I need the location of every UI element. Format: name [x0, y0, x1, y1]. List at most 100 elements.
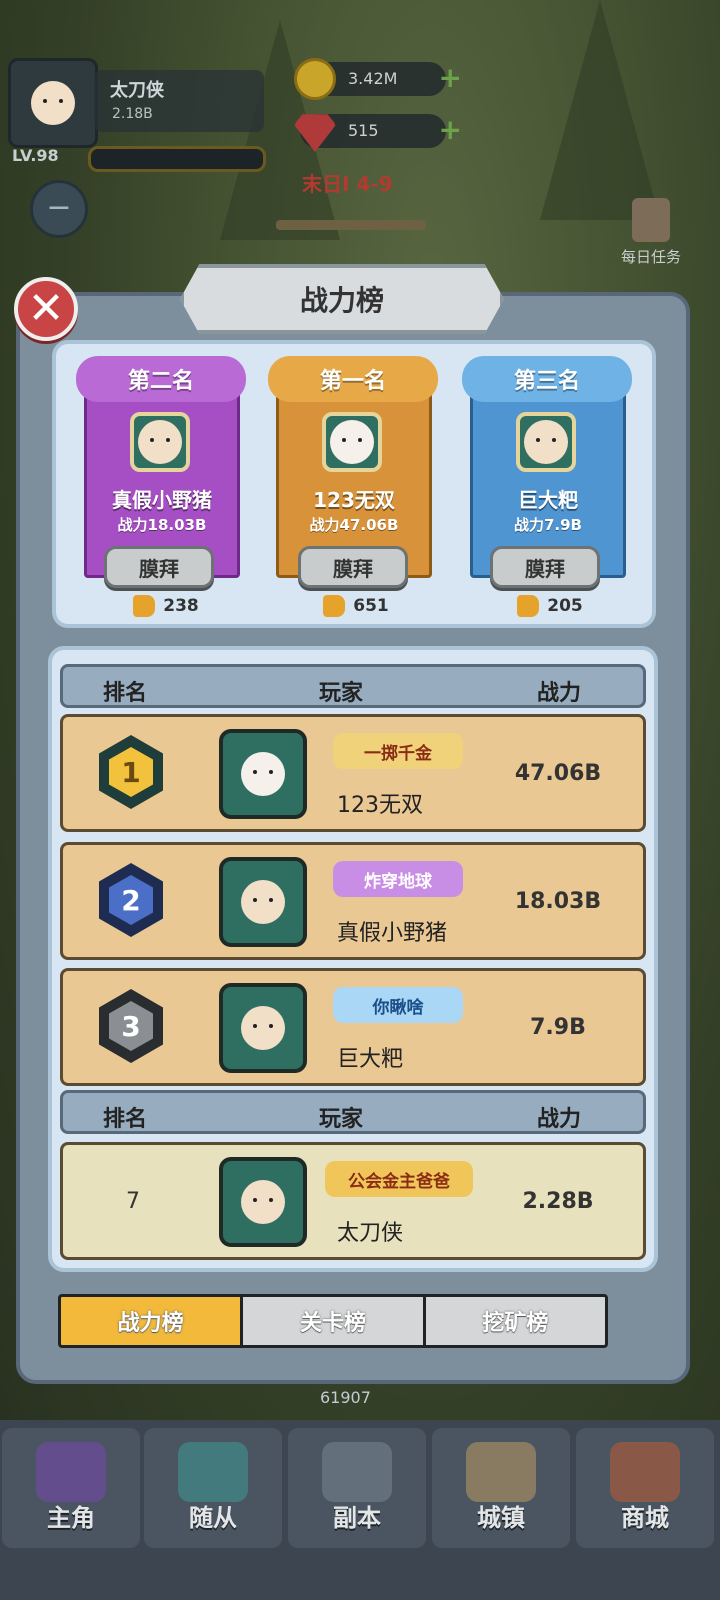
map-scroll-icon — [466, 1442, 536, 1502]
player-name: 巨大粑 — [337, 1047, 404, 1072]
table-row[interactable]: 2 炸穿地球 真假小野猪 18.03B — [60, 842, 646, 960]
first-place-avatar[interactable] — [322, 412, 382, 472]
character-face-icon — [138, 420, 182, 464]
daily-tasks-button[interactable]: 每日任务 — [614, 198, 688, 267]
player-power: 7.9B — [530, 1015, 586, 1040]
character-face-icon — [241, 1180, 285, 1224]
nav-label: 随从 — [189, 1504, 237, 1532]
table-row[interactable]: 1 一掷千金 123无双 47.06B — [60, 714, 646, 832]
title-badge: 公会金主爸爸 — [325, 1161, 473, 1197]
ranking-table-header: 排名 玩家 战力 — [60, 664, 646, 708]
gold-counter: 3.42M + — [294, 58, 462, 100]
nav-town[interactable]: 城镇 — [432, 1428, 570, 1548]
avatar[interactable] — [219, 857, 307, 947]
second-place-likes: 238 — [106, 594, 226, 618]
avatar[interactable] — [219, 983, 307, 1073]
likes-count: 651 — [353, 596, 389, 616]
third-place-avatar[interactable] — [516, 412, 576, 472]
stage-progress-bar — [276, 220, 426, 230]
wizard-hat-icon — [36, 1442, 106, 1502]
add-gem-button[interactable]: + — [439, 116, 462, 144]
tab-mining[interactable]: 挖矿榜 — [425, 1297, 605, 1345]
second-place-ribbon: 第二名 — [76, 356, 246, 402]
rank-number: 2 — [109, 875, 153, 925]
character-face-icon — [241, 1006, 285, 1050]
shop-chest-icon — [610, 1442, 680, 1502]
character-face-icon — [241, 752, 285, 796]
rank-number: 1 — [109, 747, 153, 797]
third-place-power: 战力7.9B — [513, 516, 582, 534]
header-rank: 排名 — [103, 1107, 148, 1132]
likes-count: 205 — [547, 596, 583, 616]
nav-label: 商城 — [621, 1504, 669, 1532]
xp-bar — [88, 146, 266, 172]
nav-dungeon[interactable]: 副本 — [288, 1428, 426, 1548]
nav-label: 城镇 — [477, 1504, 525, 1532]
title-badge: 炸穿地球 — [333, 861, 463, 897]
leaderboard-tabs: 战力榜 关卡榜 挖矿榜 — [58, 1294, 608, 1348]
rank-2-badge-icon: 2 — [99, 863, 163, 937]
first-place-power: 战力47.06B — [309, 516, 399, 534]
third-place-name: 巨大粑 — [518, 488, 578, 512]
self-rank-header: 排名 玩家 战力 — [60, 1090, 646, 1134]
character-face-icon — [524, 420, 568, 464]
header-rank: 排名 — [103, 681, 148, 706]
second-place-power: 战力18.03B — [117, 516, 207, 534]
task-scroll-icon — [632, 198, 670, 242]
player-name: 真假小野猪 — [337, 921, 448, 946]
gem-counter: 515 + — [294, 114, 462, 152]
tab-stage[interactable]: 关卡榜 — [243, 1297, 423, 1345]
character-face-icon — [31, 81, 75, 125]
rank-number: 3 — [109, 1001, 153, 1051]
player-name: 太刀侠 — [110, 80, 164, 101]
nav-shop[interactable]: 商城 — [576, 1428, 714, 1548]
third-place-likes: 205 — [490, 594, 610, 618]
first-place-ribbon: 第一名 — [268, 356, 438, 402]
header-power: 战力 — [537, 1107, 582, 1132]
likes-count: 238 — [163, 596, 199, 616]
thumbs-up-icon — [133, 595, 156, 617]
close-button[interactable]: ✕ — [14, 277, 78, 341]
player-power: 2.18B — [112, 106, 153, 122]
player-power: 2.28B — [522, 1189, 594, 1214]
nav-followers[interactable]: 随从 — [144, 1428, 282, 1548]
header-power: 战力 — [537, 681, 582, 706]
self-rank-number: 7 — [126, 1189, 140, 1214]
tab-power[interactable]: 战力榜 — [61, 1297, 241, 1345]
player-name: 太刀侠 — [337, 1221, 404, 1246]
first-place-name: 123无双 — [313, 488, 395, 512]
stage-label: 末日I 4-9 — [302, 172, 393, 196]
header-player: 玩家 — [319, 681, 364, 706]
second-place-avatar[interactable] — [130, 412, 190, 472]
player-power: 47.06B — [514, 761, 602, 786]
third-place-worship-button[interactable]: 膜拜 — [490, 546, 600, 588]
modal-title: 战力榜 — [180, 264, 504, 334]
player-level: LV.98 — [12, 146, 59, 165]
second-place-worship-button[interactable]: 膜拜 — [104, 546, 214, 588]
gold-coin-icon — [294, 58, 336, 100]
title-badge: 一掷千金 — [333, 733, 463, 769]
character-face-icon — [241, 880, 285, 924]
first-place-worship-button[interactable]: 膜拜 — [298, 546, 408, 588]
self-rank-row[interactable]: 7 公会金主爸爸 太刀侠 2.28B — [60, 1142, 646, 1260]
third-place-ribbon: 第三名 — [462, 356, 632, 402]
header-player: 玩家 — [319, 1107, 364, 1132]
avatar[interactable] — [219, 1157, 307, 1247]
table-row[interactable]: 3 你瞅啥 巨大粑 7.9B — [60, 968, 646, 1086]
pet-icon — [178, 1442, 248, 1502]
title-badge: 你瞅啥 — [333, 987, 463, 1023]
dungeon-icon — [322, 1442, 392, 1502]
avatar[interactable] — [219, 729, 307, 819]
nav-label: 主角 — [47, 1504, 95, 1532]
add-gold-button[interactable]: + — [439, 64, 462, 92]
first-place-likes: 651 — [296, 594, 416, 618]
gem-value: 515 — [348, 121, 379, 140]
rank-3-badge-icon: 3 — [99, 989, 163, 1063]
player-power: 18.03B — [514, 889, 602, 914]
minus-button[interactable]: − — [30, 180, 88, 238]
second-place-name: 真假小野猪 — [112, 488, 212, 512]
player-avatar[interactable] — [8, 58, 98, 148]
rank-1-badge-icon: 1 — [99, 735, 163, 809]
nav-hero[interactable]: 主角 — [2, 1428, 140, 1548]
character-face-icon — [330, 420, 374, 464]
